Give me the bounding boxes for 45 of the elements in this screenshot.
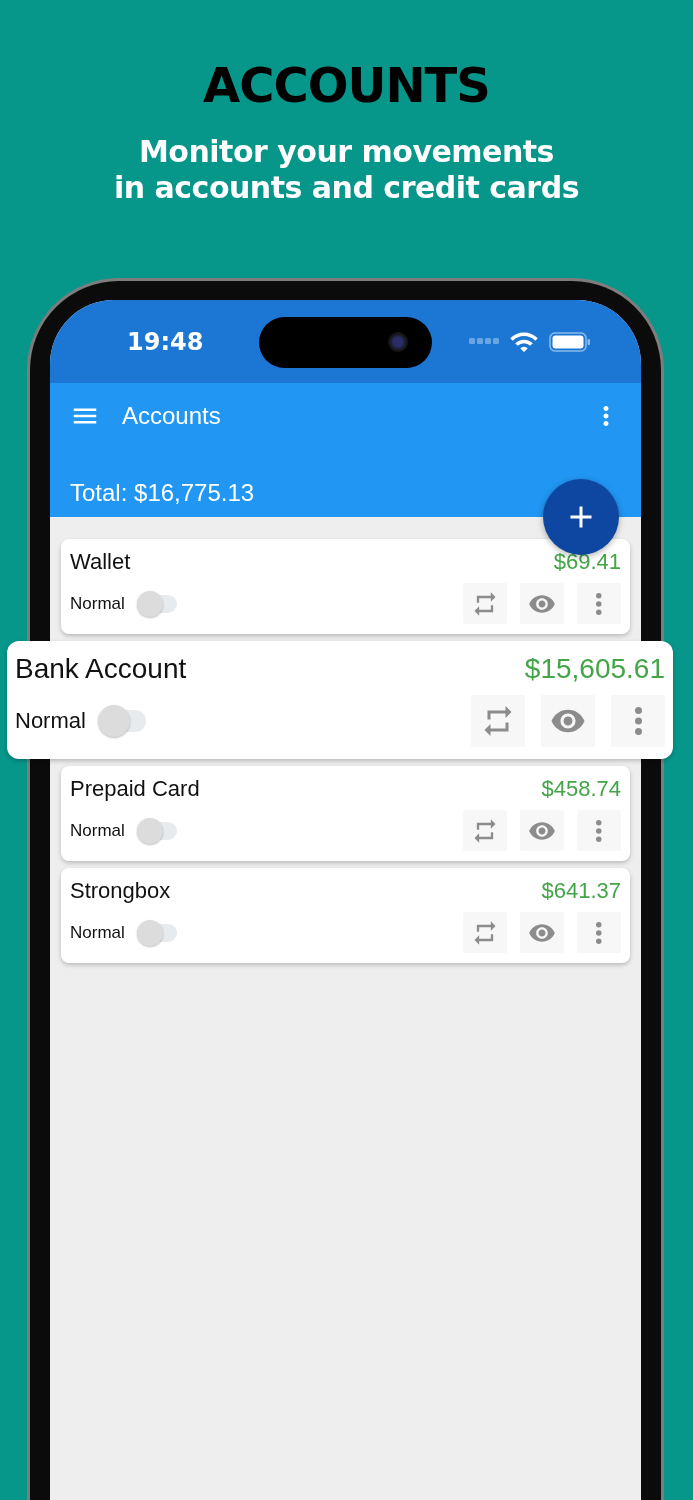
toggle-switch[interactable]	[97, 704, 146, 738]
battery-icon	[549, 331, 591, 352]
transfer-button[interactable]	[463, 912, 507, 953]
mode-label: Normal	[70, 820, 125, 841]
account-balance: $15,605.61	[524, 653, 665, 685]
more-vertical-icon	[596, 921, 602, 944]
signal-icon	[469, 337, 499, 346]
more-vertical-icon	[596, 592, 602, 615]
app-title: Accounts	[122, 402, 221, 430]
more-vertical-icon	[596, 819, 602, 842]
toggle-switch[interactable]	[136, 589, 177, 618]
visibility-button[interactable]	[520, 583, 564, 624]
visibility-button[interactable]	[520, 810, 564, 851]
account-name: Wallet	[70, 549, 131, 575]
transfer-button[interactable]	[463, 810, 507, 851]
account-card[interactable]: Wallet $69.41 Normal	[61, 539, 630, 634]
more-button[interactable]	[577, 583, 621, 624]
more-vertical-icon	[634, 707, 642, 735]
visibility-button[interactable]	[541, 695, 595, 747]
more-button[interactable]	[611, 695, 665, 747]
account-card[interactable]: Prepaid Card $458.74 Normal	[61, 766, 630, 861]
more-button[interactable]	[577, 810, 621, 851]
mode-label: Normal	[70, 593, 125, 614]
status-time: 19:48	[127, 327, 204, 356]
promo-subtitle: Monitor your movements	[138, 134, 555, 170]
transfer-button[interactable]	[463, 583, 507, 624]
account-balance: $641.37	[541, 878, 621, 904]
toggle-switch[interactable]	[136, 816, 177, 845]
promo-subtitle: in accounts and credit cards	[114, 170, 579, 206]
account-name: Bank Account	[15, 653, 187, 685]
promo-title: ACCOUNTS	[203, 58, 490, 112]
toggle-switch[interactable]	[136, 918, 177, 947]
account-balance: $458.74	[541, 776, 621, 802]
account-balance: $69.41	[553, 549, 621, 575]
account-name: Strongbox	[70, 878, 171, 904]
account-name: Prepaid Card	[70, 776, 200, 802]
transfer-button[interactable]	[471, 695, 525, 747]
more-button[interactable]	[577, 912, 621, 953]
mode-label: Normal	[15, 708, 86, 734]
mode-label: Normal	[70, 922, 125, 943]
account-card[interactable]: Strongbox $641.37 Normal	[61, 868, 630, 963]
account-card[interactable]: Bank Account $15,605.61 Normal	[7, 641, 673, 759]
visibility-button[interactable]	[520, 912, 564, 953]
total-balance: Total: $16,775.13	[70, 479, 256, 507]
add-button[interactable]	[543, 479, 619, 555]
